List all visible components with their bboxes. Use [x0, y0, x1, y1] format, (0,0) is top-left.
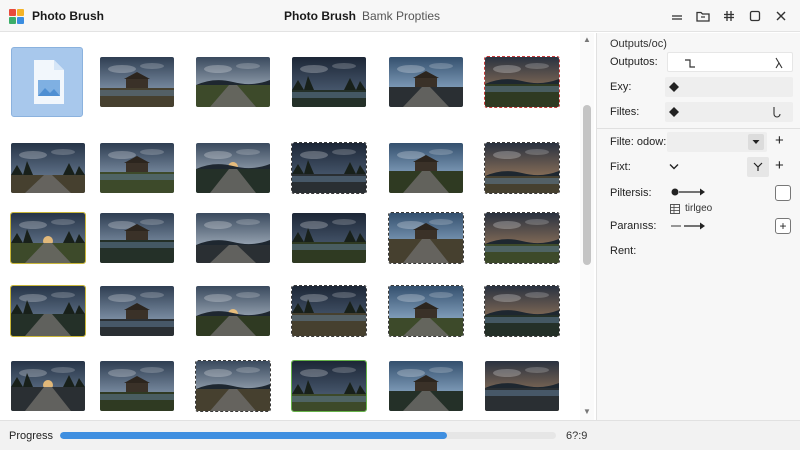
photo-thumbnail[interactable] — [291, 285, 367, 337]
photo-thumbnail[interactable] — [10, 285, 86, 337]
photo-thumbnail[interactable] — [484, 212, 560, 264]
progress-bar — [60, 432, 556, 439]
photo-thumbnail[interactable] — [100, 143, 174, 193]
paransss-row: Paranıss: + — [597, 215, 800, 237]
add-filter-icon[interactable]: + — [775, 133, 784, 148]
chevron-down-icon — [748, 134, 764, 150]
window-title-secondary: Bamk Proptiеs — [362, 9, 441, 23]
photo-thumbnail[interactable] — [292, 213, 366, 263]
diamond-icon — [669, 107, 679, 117]
photo-thumbnail[interactable] — [195, 360, 271, 412]
photo-thumbnail[interactable] — [10, 212, 86, 264]
app-logo-icon — [9, 9, 24, 24]
photo-thumbnail[interactable] — [388, 212, 464, 264]
paransss-label: Paranıss: — [610, 220, 657, 232]
chevron-down-icon[interactable] — [669, 163, 679, 171]
photo-thumbnail[interactable] — [100, 361, 174, 411]
panel-divider — [597, 128, 800, 129]
photo-thumbnail[interactable] — [484, 142, 560, 194]
status-bar: Progress 6?:9 — [0, 420, 800, 450]
properties-panel: Outputs/oc) Outputos: Exy: Filtes: Filte… — [596, 33, 800, 420]
photo-thumbnail[interactable] — [485, 361, 559, 411]
filtes-field[interactable] — [665, 102, 793, 122]
arrow-right-icon — [671, 222, 705, 230]
piltersis-row: Piltersis: — [597, 182, 800, 204]
exy-label: Exy: — [610, 81, 632, 93]
y-icon — [753, 162, 763, 171]
photo-thumbnail[interactable] — [196, 57, 270, 107]
add-param-button[interactable]: + — [775, 218, 791, 234]
image-file-icon[interactable] — [11, 47, 83, 117]
minimize-icon[interactable] — [664, 4, 690, 28]
photo-thumbnail[interactable] — [11, 143, 85, 193]
photo-thumbnail[interactable] — [196, 143, 270, 193]
hash-icon[interactable] — [716, 4, 742, 28]
filter-dropdown[interactable] — [667, 132, 767, 152]
photo-thumbnail[interactable] — [389, 57, 463, 107]
photo-thumbnail[interactable] — [292, 57, 366, 107]
photo-thumbnail[interactable] — [100, 286, 174, 336]
piltersis-label: Piltersis: — [610, 187, 652, 199]
maximize-icon[interactable] — [742, 4, 768, 28]
progress-fill — [60, 432, 447, 439]
photo-thumbnail[interactable] — [100, 57, 174, 107]
scroll-down-icon[interactable]: ▼ — [582, 407, 592, 417]
grid-scrollbar[interactable]: ▲ ▼ — [580, 33, 594, 420]
rent-row: Rent: — [597, 240, 800, 262]
photo-thumbnail[interactable] — [388, 285, 464, 337]
photo-thumbnail[interactable] — [291, 142, 367, 194]
outputs-label: Outputos: — [610, 56, 658, 68]
scroll-thumb[interactable] — [583, 105, 591, 265]
window-title-primary: Photo Brush — [284, 9, 356, 23]
outputs-field[interactable] — [667, 52, 793, 72]
title-bar: Photo Brush Photo Brush Bamk Proptiеs — [0, 0, 800, 32]
exy-row: Exy: — [597, 76, 800, 98]
window-controls — [664, 4, 794, 28]
table-icon — [670, 204, 680, 214]
window-title: Photo Brush Bamk Proptiеs — [284, 9, 440, 23]
arrow-right-icon — [671, 188, 705, 196]
app-title: Photo Brush — [32, 9, 104, 23]
rent-label: Rent: — [610, 245, 637, 257]
photo-thumbnail[interactable] — [196, 213, 270, 263]
exy-field[interactable] — [665, 77, 793, 97]
fixt-row: Fixt: + — [597, 156, 800, 178]
add-fixt-icon[interactable]: + — [775, 158, 784, 173]
piltersis-sub-label: tirlgeo — [685, 203, 713, 214]
photo-thumbnail[interactable] — [484, 285, 560, 337]
filter-label: Filte: odow: — [610, 136, 667, 148]
photo-thumbnail[interactable] — [389, 143, 463, 193]
photo-thumbnail[interactable] — [484, 56, 560, 108]
filter-row: Filte: odow: + — [597, 131, 800, 153]
photo-thumbnail[interactable] — [196, 286, 270, 336]
thumbnail-grid — [0, 33, 578, 420]
curve-icon — [685, 59, 695, 68]
fixt-option-button[interactable] — [747, 157, 769, 177]
outputs-row: Outputos: — [597, 51, 800, 73]
scroll-up-icon[interactable]: ▲ — [582, 35, 592, 45]
folder-icon[interactable] — [690, 4, 716, 28]
photo-thumbnail[interactable] — [11, 361, 85, 411]
filtes-label: Filtes: — [610, 106, 640, 118]
fixt-label: Fixt: — [610, 161, 631, 173]
photo-thumbnail[interactable] — [389, 361, 463, 411]
photo-thumbnail[interactable] — [100, 213, 174, 263]
hook-icon — [773, 107, 781, 118]
lambda-icon — [775, 57, 783, 69]
close-icon[interactable] — [768, 4, 794, 28]
filtes-row: Filtes: — [597, 101, 800, 123]
diamond-icon — [669, 82, 679, 92]
piltersis-checkbox[interactable] — [775, 185, 791, 201]
progress-label: Progress — [9, 430, 54, 442]
photo-thumbnail[interactable] — [291, 360, 367, 412]
panel-header: Outputs/oc) — [610, 38, 667, 50]
progress-count: 6?:9 — [566, 430, 588, 442]
